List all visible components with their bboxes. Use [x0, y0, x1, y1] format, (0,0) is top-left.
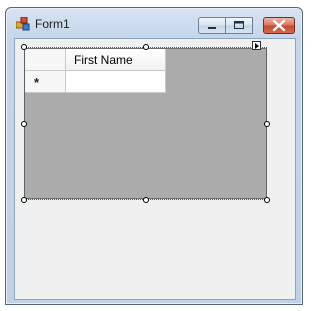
resize-handle-bottom-left[interactable] — [21, 197, 27, 203]
data-grid-view[interactable]: First Name * — [24, 48, 267, 199]
column-header-first-name[interactable]: First Name — [66, 49, 166, 71]
close-icon — [272, 19, 286, 32]
minimize-icon — [208, 27, 216, 29]
resize-handle-bottom[interactable] — [143, 197, 149, 203]
minimize-button[interactable] — [198, 17, 226, 34]
close-button[interactable] — [263, 17, 295, 34]
window-title: Form1 — [35, 17, 70, 31]
resize-handle-bottom-right[interactable] — [264, 197, 270, 203]
resize-handle-left[interactable] — [21, 121, 27, 127]
maximize-icon — [234, 21, 244, 29]
resize-handle-top[interactable] — [143, 44, 149, 50]
form-app-icon — [16, 17, 30, 31]
resize-handle-top-left[interactable] — [21, 44, 27, 50]
title-bar[interactable]: Form1 — [6, 8, 302, 38]
new-row-first-name-cell[interactable] — [66, 71, 166, 93]
grid-top-left-header[interactable] — [25, 49, 66, 71]
new-row-header[interactable]: * — [25, 71, 66, 93]
maximize-button[interactable] — [225, 17, 253, 34]
smart-tag-arrow-icon[interactable] — [252, 41, 261, 50]
resize-handle-right[interactable] — [264, 121, 270, 127]
